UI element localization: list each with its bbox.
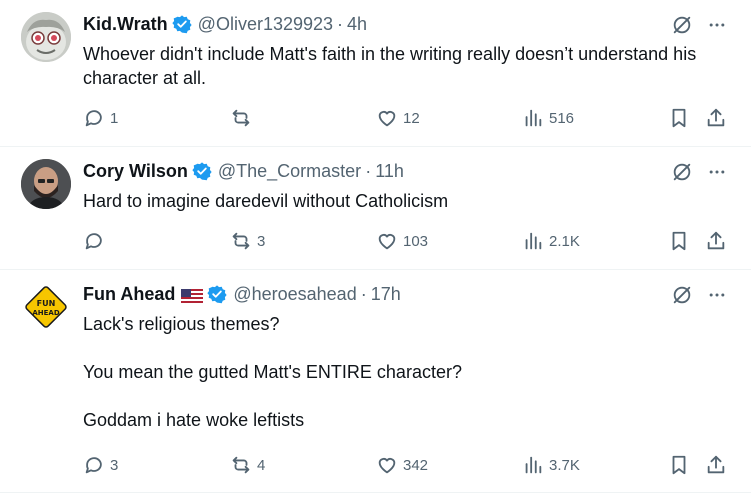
timestamp[interactable]: 4h — [347, 14, 367, 35]
views-button[interactable]: 516 — [522, 107, 574, 129]
avatar[interactable] — [21, 12, 71, 62]
view-count: 3.7K — [549, 456, 580, 474]
share-button[interactable] — [705, 454, 727, 476]
avatar-image — [21, 159, 71, 209]
reply-icon — [85, 233, 102, 250]
share-icon — [707, 231, 725, 250]
tweet-top-actions — [671, 161, 727, 183]
bookmark-button[interactable] — [668, 230, 690, 252]
reply-button[interactable] — [83, 230, 110, 252]
like-icon — [378, 111, 396, 127]
tweet-paragraph: Hard to imagine daredevil without Cathol… — [83, 191, 449, 211]
verified-badge-icon — [207, 284, 227, 304]
tweet-paragraph: Whoever didn't include Matt's faith in t… — [83, 44, 697, 88]
tweet[interactable]: Kid.Wrath @Oliver1329923 · 4h Whoever di… — [0, 0, 751, 147]
more-icon[interactable] — [707, 15, 727, 35]
grok-icon[interactable] — [671, 284, 693, 306]
reply-count: 3 — [110, 456, 119, 474]
like-count: 342 — [403, 456, 429, 474]
user-handle[interactable]: @The_Cormaster — [218, 161, 361, 182]
view-count: 516 — [549, 109, 575, 127]
display-name[interactable]: Fun Ahead — [83, 284, 175, 305]
svg-text:AHEAD: AHEAD — [32, 309, 59, 317]
display-name[interactable]: Cory Wilson — [83, 161, 188, 182]
like-count: 12 — [403, 109, 420, 127]
display-name[interactable]: Kid.Wrath — [83, 14, 168, 35]
tweet-header: Kid.Wrath @Oliver1329923 · 4h — [83, 12, 367, 36]
bookmark-icon — [672, 231, 686, 251]
action-bar: 3 103 2.1K — [83, 230, 733, 254]
like-count: 103 — [403, 232, 429, 250]
action-bar: 3 4 342 3.7K — [83, 454, 733, 478]
tweet-paragraph: Goddam i hate woke leftists — [83, 410, 305, 430]
views-icon — [525, 232, 542, 250]
repost-button[interactable]: 4 — [230, 454, 265, 476]
grok-icon[interactable] — [671, 14, 693, 36]
separator-dot: · — [365, 160, 372, 181]
repost-icon — [232, 109, 250, 127]
reply-button[interactable]: 1 — [83, 107, 118, 129]
repost-icon — [232, 232, 250, 250]
tweet-header: Cory Wilson @The_Cormaster · 11h — [83, 159, 404, 183]
tweet-text: Hard to imagine daredevil without Cathol… — [83, 189, 733, 213]
us-flag-icon — [181, 287, 204, 303]
svg-text:FUN: FUN — [37, 299, 56, 308]
tweet-top-actions — [671, 14, 727, 36]
reply-icon — [85, 457, 102, 474]
view-count: 2.1K — [549, 232, 580, 250]
verified-badge-icon — [172, 14, 192, 34]
share-button[interactable] — [705, 107, 727, 129]
tweet[interactable]: Cory Wilson @The_Cormaster · 11h Hard to… — [0, 147, 751, 270]
fun-ahead-sign-logo: FUN AHEAD — [21, 282, 71, 332]
avatar[interactable] — [21, 159, 71, 209]
share-button[interactable] — [705, 230, 727, 252]
like-button[interactable]: 342 — [376, 454, 428, 476]
repost-icon — [232, 456, 250, 474]
tweet-text: Lack's religious themes? You mean the gu… — [83, 312, 733, 432]
repost-button[interactable]: 3 — [230, 230, 265, 252]
avatar-image — [21, 12, 71, 62]
like-button[interactable]: 103 — [376, 230, 428, 252]
timestamp[interactable]: 17h — [371, 284, 401, 305]
bookmark-icon — [672, 455, 686, 475]
timestamp[interactable]: 11h — [375, 161, 404, 182]
views-icon — [525, 456, 542, 474]
share-icon — [707, 455, 725, 474]
reply-button[interactable]: 3 — [83, 454, 118, 476]
bookmark-button[interactable] — [668, 107, 690, 129]
bookmark-icon — [672, 108, 686, 128]
views-button[interactable]: 3.7K — [522, 454, 580, 476]
like-icon — [378, 234, 396, 250]
reply-icon — [85, 110, 102, 127]
repost-count: 4 — [257, 456, 266, 474]
views-icon — [525, 109, 542, 127]
repost-button[interactable] — [230, 107, 257, 129]
views-button[interactable]: 2.1K — [522, 230, 580, 252]
reply-count: 1 — [110, 109, 119, 127]
avatar[interactable]: FUN AHEAD — [21, 282, 71, 332]
grok-icon[interactable] — [671, 161, 693, 183]
like-icon — [378, 458, 396, 474]
like-button[interactable]: 12 — [376, 107, 420, 129]
repost-count: 3 — [257, 232, 266, 250]
tweet-paragraph: Lack's religious themes? — [83, 314, 280, 334]
user-handle[interactable]: @heroesahead — [233, 284, 356, 305]
bookmark-button[interactable] — [668, 454, 690, 476]
verified-badge-icon — [192, 161, 212, 181]
action-bar: 1 12 516 — [83, 107, 733, 131]
tweet-header: Fun Ahead @heroesahead · 17h — [83, 282, 401, 306]
tweet[interactable]: FUN AHEAD Fun Ahead @heroesahead · 17h L… — [0, 270, 751, 493]
more-icon[interactable] — [707, 162, 727, 182]
tweet-text: Whoever didn't include Matt's faith in t… — [83, 42, 733, 90]
tweet-paragraph: You mean the gutted Matt's ENTIRE charac… — [83, 362, 462, 382]
separator-dot: · — [337, 13, 344, 34]
user-handle[interactable]: @Oliver1329923 — [198, 14, 333, 35]
share-icon — [707, 108, 725, 127]
more-icon[interactable] — [707, 285, 727, 305]
tweet-top-actions — [671, 284, 727, 306]
separator-dot: · — [360, 283, 367, 304]
